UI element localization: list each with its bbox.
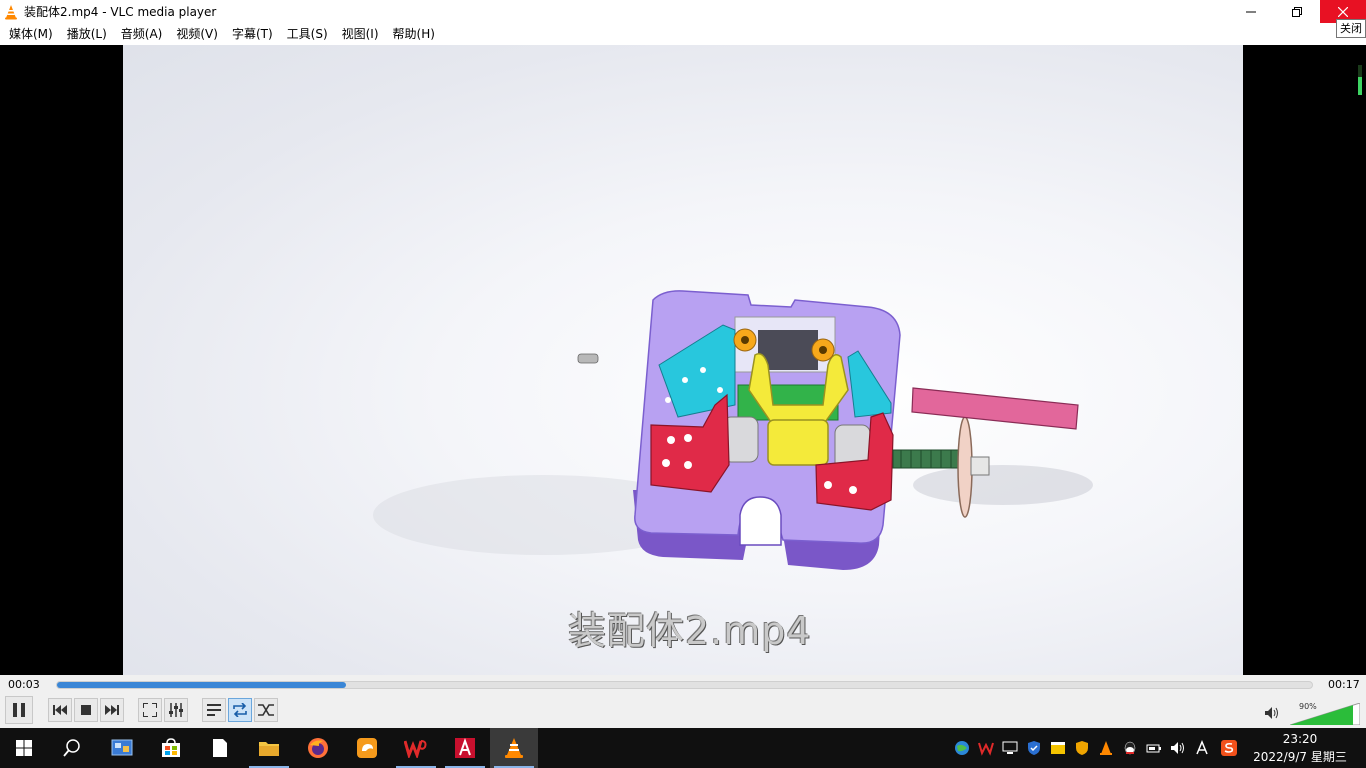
tray-shield-icon[interactable] — [1026, 740, 1042, 756]
menu-tools[interactable]: 工具(S) — [280, 23, 335, 45]
taskbar-control-panel[interactable] — [98, 728, 146, 768]
fullscreen-icon — [143, 703, 157, 717]
current-time: 00:03 — [8, 678, 40, 691]
file-icon — [213, 739, 227, 757]
equalizer-icon — [169, 703, 183, 717]
taskbar-file[interactable] — [196, 728, 244, 768]
volume-icon[interactable] — [1265, 707, 1279, 719]
taskbar-firefox[interactable] — [294, 728, 342, 768]
taskbar-wps[interactable] — [392, 728, 440, 768]
tray-input-method-icon[interactable] — [1194, 740, 1210, 756]
start-button[interactable] — [0, 728, 48, 768]
shuffle-button[interactable] — [254, 698, 278, 722]
taskbar-store[interactable] — [147, 728, 195, 768]
fullscreen-button[interactable] — [138, 698, 162, 722]
taskbar-clock[interactable]: 23:20 2022/9/7 星期三 — [1250, 730, 1350, 766]
video-frame: 装配体2.mp4 — [123, 45, 1243, 675]
window-title: 装配体2.mp4 - VLC media player — [24, 5, 217, 19]
close-tooltip: 关闭 — [1336, 19, 1366, 38]
seek-progress — [57, 682, 346, 688]
seek-bar[interactable] — [56, 681, 1313, 689]
audio-meter — [1358, 65, 1362, 95]
vlc-icon — [505, 738, 523, 758]
tray-vlc-icon[interactable] — [1098, 740, 1114, 756]
taskbar-explorer[interactable] — [245, 728, 293, 768]
restore-icon — [1292, 6, 1302, 17]
next-button[interactable] — [100, 698, 124, 722]
tray-qq-icon[interactable] — [1122, 740, 1138, 756]
taskbar-search[interactable] — [48, 728, 96, 768]
menu-audio[interactable]: 音频(A) — [114, 23, 170, 45]
pause-icon — [13, 703, 25, 717]
video-title-overlay: 装配体2.mp4 — [568, 609, 812, 653]
total-time: 00:17 — [1328, 678, 1360, 691]
playlist-button[interactable] — [202, 698, 226, 722]
tray-battery-icon[interactable] — [1146, 740, 1162, 756]
restore-button[interactable] — [1274, 0, 1320, 23]
previous-button[interactable] — [48, 698, 72, 722]
menu-view[interactable]: 视图(I) — [335, 23, 386, 45]
cad-assembly-illustration — [373, 290, 1093, 570]
clock-date: 2022/9/7 星期三 — [1253, 750, 1347, 764]
menu-playback[interactable]: 播放(L) — [60, 23, 114, 45]
volume-slider[interactable] — [1290, 703, 1360, 725]
minimize-button[interactable] — [1228, 0, 1274, 23]
wps-icon — [404, 740, 427, 758]
loop-button[interactable] — [228, 698, 252, 722]
tray-volume-icon[interactable] — [1170, 740, 1186, 756]
seek-row: 00:03 00:17 — [0, 675, 1366, 695]
autocad-icon — [455, 738, 475, 758]
menu-bar: 媒体(M) 播放(L) 音频(A) 视频(V) 字幕(T) 工具(S) 视图(I… — [0, 23, 1366, 45]
extended-settings-button[interactable] — [164, 698, 188, 722]
loop-icon — [233, 703, 247, 717]
shuffle-icon — [258, 704, 274, 716]
menu-media[interactable]: 媒体(M) — [2, 23, 60, 45]
tray-monitor-icon[interactable] — [1002, 740, 1018, 756]
menu-subtitle[interactable]: 字幕(T) — [225, 23, 280, 45]
close-icon — [1338, 6, 1348, 17]
controls-bar: 90% — [0, 695, 1366, 727]
previous-icon — [53, 705, 67, 715]
taskbar-vlc[interactable] — [490, 728, 538, 768]
search-icon — [63, 739, 80, 757]
tray-sogou-icon[interactable] — [1221, 740, 1237, 756]
tray-wps-icon[interactable] — [978, 740, 994, 756]
clock-time: 23:20 — [1282, 732, 1318, 746]
explorer-icon — [259, 742, 279, 756]
title-bar: 装配体2.mp4 - VLC media player — [0, 0, 1366, 23]
taskbar: 23:20 2022/9/7 星期三 — [0, 728, 1366, 768]
taskbar-uc-browser[interactable] — [343, 728, 391, 768]
taskbar-autocad[interactable] — [441, 728, 489, 768]
minimize-icon — [1246, 11, 1256, 12]
tray-notes-icon[interactable] — [1050, 740, 1066, 756]
playlist-icon — [207, 704, 221, 716]
pause-button[interactable] — [5, 696, 33, 724]
video-area[interactable]: 装配体2.mp4 — [0, 45, 1366, 675]
tray-security-icon[interactable] — [1074, 740, 1090, 756]
menu-video[interactable]: 视频(V) — [169, 23, 225, 45]
store-icon — [162, 738, 180, 757]
next-icon — [105, 705, 119, 715]
stop-icon — [81, 705, 91, 715]
control-panel-icon — [111, 739, 133, 756]
stop-button[interactable] — [74, 698, 98, 722]
uc-browser-icon — [357, 738, 377, 758]
vlc-app-icon — [5, 4, 17, 19]
tray-network-globe-icon[interactable] — [954, 740, 970, 756]
windows-start-icon — [16, 740, 32, 756]
menu-help[interactable]: 帮助(H) — [386, 23, 442, 45]
firefox-icon — [308, 738, 328, 758]
